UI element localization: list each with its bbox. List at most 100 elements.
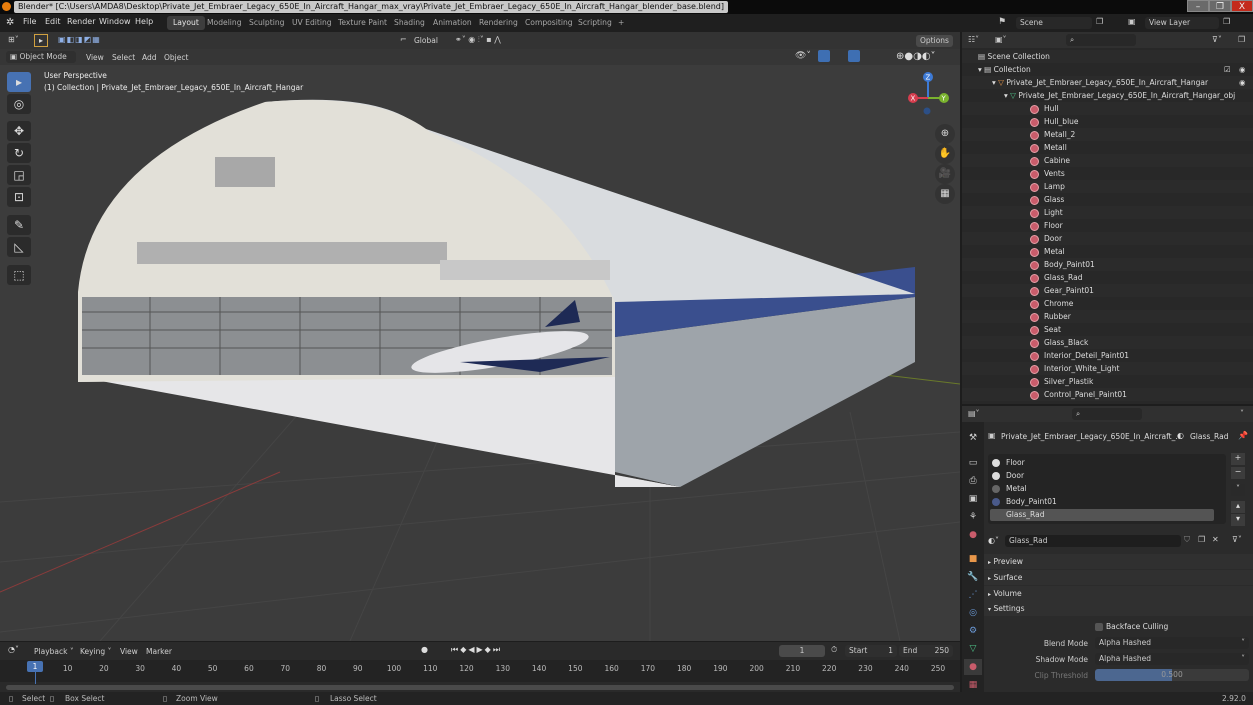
minimize-button[interactable]: – [1187, 0, 1209, 12]
tab-uv-editing[interactable]: UV Editing [286, 16, 338, 30]
world-tab-icon[interactable]: ● [964, 527, 982, 543]
outliner-material-item[interactable]: Metal [962, 245, 1253, 258]
data-tab-icon[interactable]: ▽ [964, 641, 982, 657]
outliner-material-item[interactable]: Seat [962, 323, 1253, 336]
outliner-material-item[interactable]: Glass [962, 193, 1253, 206]
options-dropdown[interactable]: Options [916, 35, 953, 47]
menu-object[interactable]: Object [164, 53, 188, 62]
pivot-icon[interactable]: ⚭˅ ◉ ⫶˅ ▪ ⋀ [455, 35, 501, 45]
material-tab-icon[interactable]: ● [964, 659, 982, 675]
slot-specials-button[interactable]: ˅ [1231, 484, 1245, 496]
menu-window[interactable]: Window [99, 17, 131, 26]
tool-tab-icon[interactable]: ⚒ [964, 430, 982, 446]
tab-rendering[interactable]: Rendering [473, 16, 524, 30]
modifier-tab-icon[interactable]: 🔧 [964, 569, 982, 585]
backface-culling-checkbox[interactable] [1095, 623, 1103, 631]
cursor-icon[interactable]: ◎ [7, 94, 31, 114]
texture-tab-icon[interactable]: ▦ [964, 677, 982, 693]
tab-modeling[interactable]: Modeling [201, 16, 248, 30]
selection-mode-icons[interactable]: ▣◧◨◩▦ [58, 35, 101, 44]
rotate-icon[interactable]: ↻ [7, 143, 31, 163]
filter-icon[interactable]: ⊽˅ [1212, 35, 1222, 44]
particles-tab-icon[interactable]: ⋰ [964, 587, 982, 603]
outliner-material-item[interactable]: Glass_Rad [962, 271, 1253, 284]
transform-orientation[interactable]: Global [414, 36, 438, 45]
scale-icon[interactable]: ◲ [7, 165, 31, 185]
new-collection-icon[interactable]: ❐ [1238, 35, 1245, 44]
menu-timeline-view[interactable]: View [120, 647, 138, 656]
outliner-material-item[interactable]: Silver_Plastik [962, 375, 1253, 388]
properties-search-input[interactable]: ⌕ [1072, 408, 1142, 420]
collapse-icon[interactable]: ˅ [1240, 409, 1244, 418]
material-name-field[interactable]: Glass_Rad [1005, 535, 1181, 547]
shadow-mode-dropdown[interactable]: Alpha Hashed ˅ [1095, 653, 1249, 665]
material-slot-item[interactable]: Metal [990, 483, 1214, 495]
current-frame-field[interactable]: 1 [779, 645, 825, 657]
outliner-material-item[interactable]: Chrome [962, 297, 1253, 310]
tab-texture-paint[interactable]: Texture Paint [332, 16, 393, 30]
visibility-eye-icon[interactable]: ◉ [1239, 76, 1246, 89]
navigation-gizmo[interactable]: Z X Y [900, 70, 956, 120]
outliner-material-item[interactable]: Body_Paint01 [962, 258, 1253, 271]
mode-dropdown[interactable]: ▣ Object Mode [6, 51, 76, 63]
tab-compositing[interactable]: Compositing [519, 16, 579, 30]
scene-field[interactable]: Scene [1016, 17, 1092, 29]
scene-tab-icon[interactable]: ⚘ [964, 509, 982, 525]
select-box-icon[interactable]: ▸ [7, 72, 31, 92]
end-frame-field[interactable]: End 250 [899, 645, 953, 657]
remove-slot-button[interactable]: − [1231, 467, 1245, 479]
material-slot-item[interactable]: Body_Paint01 [990, 496, 1214, 508]
outliner-mesh[interactable]: ▾ ▽ Private_Jet_Embraer_Legacy_650E_In_A… [962, 89, 1253, 102]
visibility-eye-icon[interactable]: ◉ [1239, 63, 1246, 76]
menu-edit[interactable]: Edit [45, 17, 61, 26]
outliner-material-item[interactable]: Metall [962, 141, 1253, 154]
view-layer-icon[interactable]: ▣ [1128, 17, 1136, 26]
move-slot-up-button[interactable]: ▴ [1231, 501, 1245, 513]
outliner-editor-icon[interactable]: ☷˅ [968, 35, 979, 44]
tab-scripting[interactable]: Scripting [572, 16, 618, 30]
panel-settings[interactable]: ▾ Settings [984, 601, 1253, 616]
menu-add[interactable]: Add [142, 53, 157, 62]
tab-layout[interactable]: Layout [167, 16, 205, 30]
visibility-icon[interactable]: 👁˅ [795, 51, 811, 61]
outliner-collection[interactable]: ▾ ▤ Collection ☑ ◉ [962, 63, 1253, 76]
hand-pan-icon[interactable]: ✋ [935, 144, 955, 164]
maximize-button[interactable]: ❐ [1209, 0, 1231, 12]
close-button[interactable]: X [1231, 0, 1253, 12]
playhead[interactable]: 1 [27, 661, 43, 672]
new-scene-icon[interactable]: ❐ [1096, 17, 1103, 26]
3d-viewport[interactable]: ⊞˅ ▸ ▣◧◨◩▦ ⌐ Global ⚭˅ ◉ ⫶˅ ▪ ⋀ Options … [0, 32, 960, 641]
shading-mode-icons[interactable]: ⊕●◑◐˅ [896, 51, 936, 62]
zoom-icon[interactable]: ⊕ [935, 124, 955, 144]
outliner-material-item[interactable]: Door [962, 232, 1253, 245]
transform-orientation-icon[interactable]: ⌐ [400, 35, 407, 44]
output-tab-icon[interactable]: ⎙ [964, 473, 982, 489]
gizmo-toggle-icon[interactable] [818, 50, 830, 62]
menu-file[interactable]: File [23, 17, 36, 26]
constraints-tab-icon[interactable]: ⚙ [964, 623, 982, 639]
outliner-material-item[interactable]: Metall_2 [962, 128, 1253, 141]
outliner-material-item[interactable]: Hull [962, 102, 1253, 115]
blender-menu-icon[interactable]: ✲ [6, 17, 14, 28]
panel-volume[interactable]: ▸ Volume [984, 586, 1253, 601]
clip-threshold-slider[interactable]: 0.500 [1095, 669, 1249, 681]
outliner-material-item[interactable]: Lamp [962, 180, 1253, 193]
measure-icon[interactable]: ◺ [7, 237, 31, 257]
properties-editor-icon[interactable]: ▤˅ [968, 409, 980, 418]
outliner-material-item[interactable]: Gear_Paint01 [962, 284, 1253, 297]
material-browse-icon[interactable]: ◐˅ [988, 536, 999, 545]
pin-icon[interactable]: 📌 [1238, 431, 1248, 440]
outliner-material-item[interactable]: Control_Panel_Paint01 [962, 388, 1253, 401]
menu-help[interactable]: Help [135, 17, 153, 26]
menu-marker[interactable]: Marker [146, 647, 172, 656]
panel-surface[interactable]: ▸ Surface [984, 570, 1253, 585]
menu-keying[interactable]: Keying ˅ [80, 647, 111, 656]
outliner-material-item[interactable]: Hull_blue [962, 115, 1253, 128]
camera-icon[interactable]: 🎥 [935, 164, 955, 184]
outliner-material-item[interactable]: Interior_Deteil_Paint01 [962, 349, 1253, 362]
move-icon[interactable]: ✥ [7, 121, 31, 141]
outliner-search-input[interactable]: ⌕ [1066, 34, 1136, 46]
playback-controls[interactable]: ⏮◆◀▶◆⏭ [451, 645, 502, 655]
transform-icon[interactable]: ⊡ [7, 187, 31, 207]
add-workspace-button[interactable]: + [612, 16, 630, 30]
